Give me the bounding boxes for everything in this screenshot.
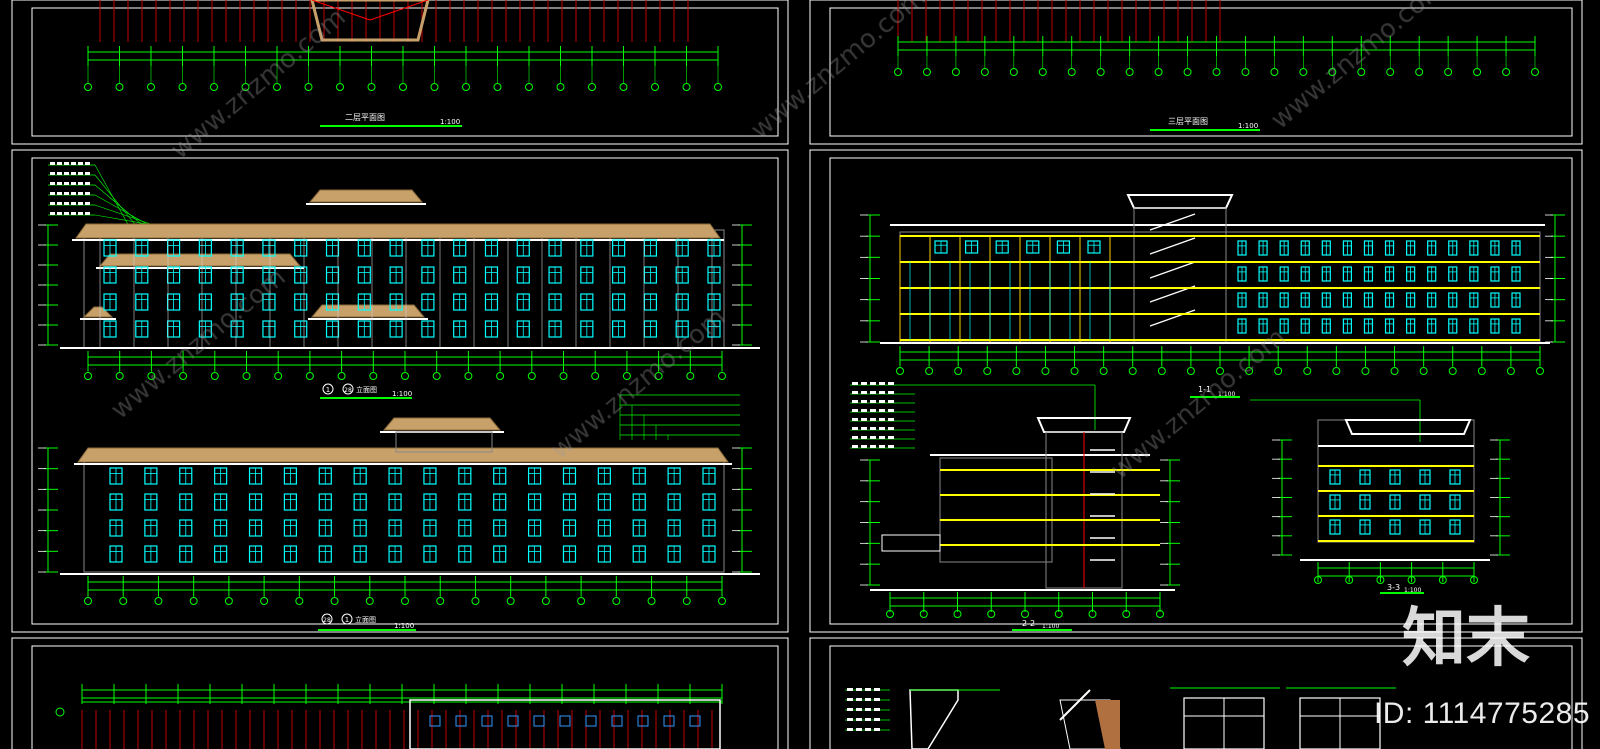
watermark-id: ID: 1114775285 [1373,697,1590,730]
sheet-frame [11,637,789,749]
elev1-axis-b: 28 [344,387,352,394]
watermark-site-text: www.znzmo.com [165,2,351,165]
floor2-scale: 1:100 [440,118,460,126]
floor3-plan: 三层平面图 1:100 [894,0,1539,131]
elev1-scale: 1:100 [392,390,412,398]
section-3-3: 3-3 1:100 [1250,399,1510,594]
elev1-axis-a: 1 [326,386,330,394]
elev2-axis-a: 28 [323,617,331,624]
elev2-title: 立面图 [355,615,376,624]
floor3-title: 三层平面图 [1168,117,1208,126]
elev1-title: 立面图 [356,385,377,394]
sec22-scale: 1:100 [1042,623,1059,630]
watermark-logo: 知末 [1402,602,1530,676]
details-bottom [845,687,1396,749]
watermark-site-text: www.znzmo.com [745,0,931,145]
elev2-axis-b: 1 [345,616,349,624]
floor3-scale: 1:100 [1238,122,1258,130]
floor-plan-bottom [55,684,723,749]
watermark-site-text: www.znzmo.com [1265,0,1451,135]
cad-drawing-canvas: 二层平面图 1:100 三层平面图 1:100 1 28 立面图 1:100 28 1 立面图 1:1… [11,0,1583,749]
section-2-2: 2-2 1:100 [850,382,1180,631]
floor2-title: 二层平面图 [345,113,385,122]
section-1-1: 1-11:100 [860,194,1565,398]
elevation-28-1: 28 1 立面图 1:100 [38,394,760,631]
elev2-scale: 1:100 [394,622,414,630]
floor2-plan: 二层平面图 1:100 [84,0,722,127]
watermark-site-text: www.znzmo.com [545,302,731,465]
sec22-title: 2-2 [1022,619,1035,628]
sec33-title: 3-3 [1387,583,1400,592]
watermark-site-text: www.znzmo.com [105,262,291,425]
